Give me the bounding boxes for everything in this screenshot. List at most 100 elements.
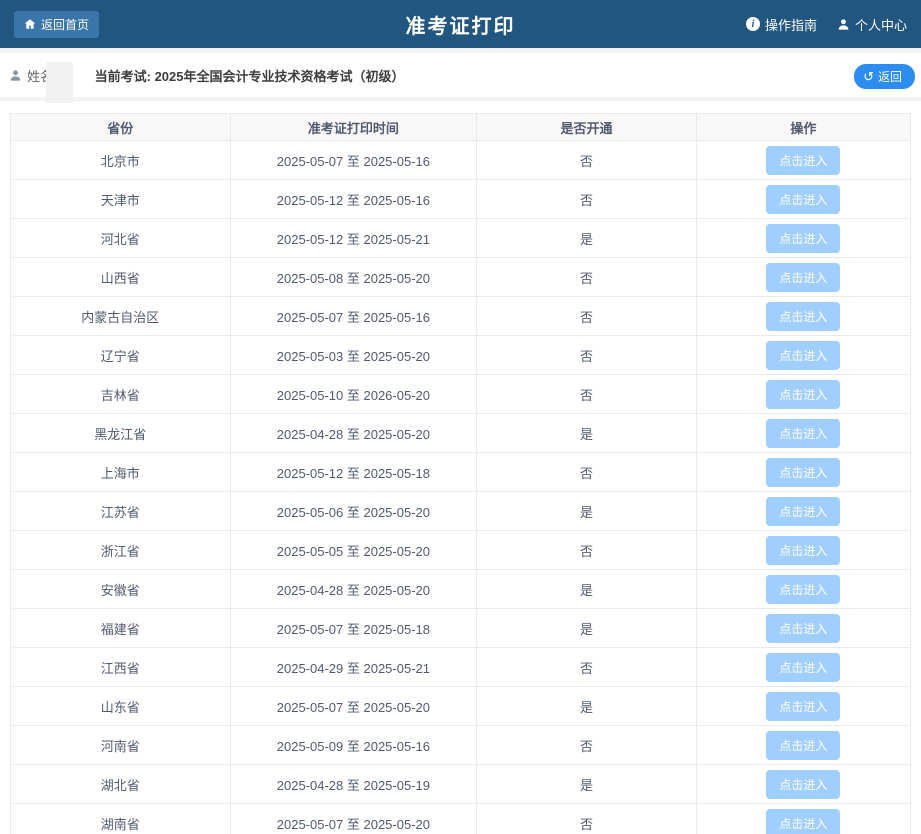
period-cell: 2025-05-06 至 2025-05-20 [230, 492, 477, 531]
province-cell: 湖北省 [11, 765, 231, 804]
enter-button[interactable]: 点击进入 [766, 341, 840, 370]
province-cell: 北京市 [11, 141, 231, 180]
table-row: 安徽省2025-04-28 至 2025-05-20是 点击进入 [11, 570, 911, 609]
action-cell: 点击进入 [696, 375, 910, 414]
period-cell: 2025-05-12 至 2025-05-18 [230, 453, 477, 492]
period-cell: 2025-05-07 至 2025-05-16 [230, 297, 477, 336]
period-cell: 2025-05-08 至 2025-05-20 [230, 258, 477, 297]
enter-button[interactable]: 点击进入 [766, 575, 840, 604]
table-row: 内蒙古自治区2025-05-07 至 2025-05-16否点击进入 [11, 297, 911, 336]
open-status-cell: 否 [477, 336, 697, 375]
back-label: 返回 [878, 68, 902, 85]
open-status-cell: 否 [477, 648, 697, 687]
action-cell: 点击进入 [696, 297, 910, 336]
enter-button[interactable]: 点击进入 [766, 497, 840, 526]
table-row: 辽宁省2025-05-03 至 2025-05-20否点击进入 [11, 336, 911, 375]
period-cell: 2025-04-28 至 2025-05-20 [230, 414, 477, 453]
period-cell: 2025-04-29 至 2025-05-21 [230, 648, 477, 687]
enter-button[interactable]: 点击进入 [766, 536, 840, 565]
table-row: 上海市2025-05-12 至 2025-05-18否 点击进入 [11, 453, 911, 492]
action-cell: 点击进入 [696, 141, 910, 180]
province-cell: 黑龙江省 [11, 414, 231, 453]
enter-button[interactable]: 点击进入 [766, 809, 840, 834]
table-row: 吉林省2025-05-10 至 2026-05-20否点击进入 [11, 375, 911, 414]
action-cell: 点击进入 [696, 180, 910, 219]
action-cell: 点击进入 [696, 531, 910, 570]
guide-link[interactable]: i 操作指南 [746, 15, 817, 34]
enter-button[interactable]: 点击进入 [766, 731, 840, 760]
enter-button[interactable]: 点击进入 [766, 653, 840, 682]
user-icon [9, 69, 22, 82]
action-cell: 点击进入 [696, 570, 910, 609]
period-cell: 2025-05-07 至 2025-05-16 [230, 141, 477, 180]
table-row: 河南省2025-05-09 至 2025-05-16否点击进入 [11, 726, 911, 765]
guide-label: 操作指南 [765, 15, 817, 34]
period-cell: 2025-05-07 至 2025-05-18 [230, 609, 477, 648]
province-table: 省份 准考证打印时间 是否开通 操作 北京市2025-05-07 至 2025-… [10, 113, 911, 834]
period-cell: 2025-04-28 至 2025-05-20 [230, 570, 477, 609]
enter-button[interactable]: 点击进入 [766, 614, 840, 643]
top-header: 返回首页 准考证打印 i 操作指南 个人中心 [0, 0, 921, 48]
province-cell: 上海市 [11, 453, 231, 492]
action-cell: 点击进入 [696, 648, 910, 687]
open-status-cell: 否 [477, 531, 697, 570]
period-cell: 2025-05-05 至 2025-05-20 [230, 531, 477, 570]
col-header-province: 省份 [11, 114, 231, 141]
province-cell: 浙江省 [11, 531, 231, 570]
table-row: 江西省2025-04-29 至 2025-05-21否 点击进入 [11, 648, 911, 687]
province-cell: 福建省 [11, 609, 231, 648]
period-cell: 2025-05-03 至 2025-05-20 [230, 336, 477, 375]
open-status-cell: 是 [477, 687, 697, 726]
period-cell: 2025-05-07 至 2025-05-20 [230, 804, 477, 834]
open-status-cell: 是 [477, 492, 697, 531]
table-row: 天津市2025-05-12 至 2025-05-16否 点击进入 [11, 180, 911, 219]
action-cell: 点击进入 [696, 726, 910, 765]
enter-button[interactable]: 点击进入 [766, 458, 840, 487]
province-cell: 天津市 [11, 180, 231, 219]
redacted-name [46, 62, 73, 103]
enter-button[interactable]: 点击进入 [766, 224, 840, 253]
table-row: 浙江省2025-05-05 至 2025-05-20否 点击进入 [11, 531, 911, 570]
province-cell: 江西省 [11, 648, 231, 687]
enter-button[interactable]: 点击进入 [766, 380, 840, 409]
col-header-action: 操作 [696, 114, 910, 141]
enter-button[interactable]: 点击进入 [766, 263, 840, 292]
info-icon: i [746, 17, 760, 31]
enter-button[interactable]: 点击进入 [766, 419, 840, 448]
refresh-icon: ↺ [863, 70, 874, 83]
province-cell: 河北省 [11, 219, 231, 258]
table-row: 福建省2025-05-07 至 2025-05-18是点击进入 [11, 609, 911, 648]
enter-button[interactable]: 点击进入 [766, 770, 840, 799]
enter-button[interactable]: 点击进入 [766, 146, 840, 175]
province-cell: 江苏省 [11, 492, 231, 531]
back-home-button[interactable]: 返回首页 [14, 11, 99, 38]
enter-button[interactable]: 点击进入 [766, 692, 840, 721]
open-status-cell: 是 [477, 570, 697, 609]
back-button[interactable]: ↺ 返回 [854, 64, 915, 89]
open-status-cell: 否 [477, 726, 697, 765]
table-row: 河北省2025-05-12 至 2025-05-21是点击进入 [11, 219, 911, 258]
period-cell: 2025-04-28 至 2025-05-19 [230, 765, 477, 804]
table-row: 湖北省2025-04-28 至 2025-05-19是 点击进入 [11, 765, 911, 804]
province-cell: 湖南省 [11, 804, 231, 834]
profile-label: 个人中心 [855, 15, 907, 34]
open-status-cell: 是 [477, 765, 697, 804]
period-cell: 2025-05-12 至 2025-05-16 [230, 180, 477, 219]
person-icon [837, 18, 850, 31]
action-cell: 点击进入 [696, 804, 910, 834]
open-status-cell: 否 [477, 180, 697, 219]
open-status-cell: 是 [477, 414, 697, 453]
table-header-row: 省份 准考证打印时间 是否开通 操作 [11, 114, 911, 141]
action-cell: 点击进入 [696, 258, 910, 297]
action-cell: 点击进入 [696, 765, 910, 804]
enter-button[interactable]: 点击进入 [766, 185, 840, 214]
province-cell: 安徽省 [11, 570, 231, 609]
table-row: 山西省2025-05-08 至 2025-05-20否点击进入 [11, 258, 911, 297]
enter-button[interactable]: 点击进入 [766, 302, 840, 331]
col-header-open: 是否开通 [477, 114, 697, 141]
open-status-cell: 否 [477, 453, 697, 492]
open-status-cell: 否 [477, 804, 697, 834]
divider-strip-bottom [0, 97, 921, 101]
profile-link[interactable]: 个人中心 [837, 15, 907, 34]
top-links: i 操作指南 个人中心 [746, 15, 907, 34]
